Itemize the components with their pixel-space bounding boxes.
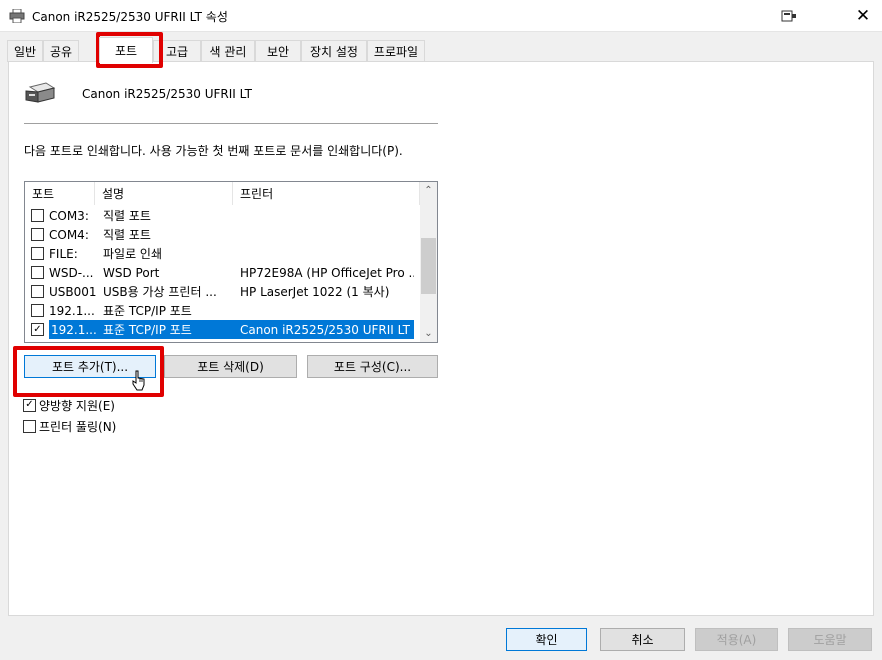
port-printer xyxy=(234,206,414,225)
port-row-selected[interactable]: ✓ 192.1... 표준 TCP/IP 포트 Canon iR2525/253… xyxy=(25,320,419,339)
port-name: 192.1... xyxy=(49,303,95,318)
port-list-scrollbar[interactable]: ⌃ ⌄ xyxy=(420,182,437,342)
port-row[interactable]: WSD-... WSD Port HP72E98A (HP OfficeJet … xyxy=(25,263,419,282)
context-help-icon xyxy=(781,10,796,22)
printer-large-icon xyxy=(25,82,56,103)
title-bar: Canon iR2525/2530 UFRII LT 속성 ✕ xyxy=(0,0,882,32)
port-row[interactable]: FILE: 파일로 인쇄 xyxy=(25,244,419,263)
port-row[interactable]: USB001 USB용 가상 프린터 ... HP LaserJet 1022 … xyxy=(25,282,419,301)
tab-profile[interactable]: 프로파일 xyxy=(367,40,425,62)
scroll-thumb[interactable] xyxy=(421,238,436,294)
column-header-description[interactable]: 설명 xyxy=(95,182,233,205)
port-name: COM4: xyxy=(49,227,89,242)
port-printer: HP72E98A (HP OfficeJet Pro ... xyxy=(240,265,414,280)
port-name: FILE: xyxy=(49,246,78,261)
bidirectional-support-checkbox[interactable]: ✓ 양방향 지원(E) xyxy=(23,397,115,413)
port-printer xyxy=(234,225,414,244)
port-row[interactable]: COM4: 직렬 포트 xyxy=(25,225,419,244)
mouse-pointer-icon xyxy=(132,370,145,391)
port-row[interactable]: 192.1... 표준 TCP/IP 포트 xyxy=(25,301,419,320)
bidirectional-support-label: 양방향 지원(E) xyxy=(39,398,115,413)
port-printer: Canon iR2525/2530 UFRII LT xyxy=(234,320,414,339)
cancel-button[interactable]: 취소 xyxy=(600,628,685,651)
port-checkbox[interactable] xyxy=(31,228,44,241)
window-title: Canon iR2525/2530 UFRII LT 속성 xyxy=(32,10,228,24)
printer-name: Canon iR2525/2530 UFRII LT xyxy=(82,87,252,101)
tab-color-management[interactable]: 색 관리 xyxy=(201,40,255,62)
checkbox-box[interactable] xyxy=(23,419,36,433)
apply-button[interactable]: 적용(A) xyxy=(695,628,778,651)
scroll-down-arrow-icon[interactable]: ⌄ xyxy=(420,325,437,342)
port-description: 직렬 포트 xyxy=(103,209,151,223)
port-description: WSD Port xyxy=(103,265,160,280)
printer-pooling-label: 프린터 풀링(N) xyxy=(39,419,117,434)
close-button[interactable]: ✕ xyxy=(846,4,880,28)
port-printer xyxy=(234,301,414,320)
help-button[interactable]: 도움말 xyxy=(788,628,872,651)
port-checkbox-checked[interactable]: ✓ xyxy=(31,323,44,336)
port-printer: HP LaserJet 1022 (1 복사) xyxy=(240,285,390,299)
port-list[interactable]: 포트 설명 프린터 COM3: 직렬 포트 COM4: 직렬 포트 FILE: … xyxy=(24,181,438,343)
checkbox-box-checked[interactable]: ✓ xyxy=(23,398,36,412)
port-checkbox[interactable] xyxy=(31,285,44,298)
tab-security[interactable]: 보안 xyxy=(255,40,301,62)
tab-general[interactable]: 일반 xyxy=(7,40,43,62)
port-description: 표준 TCP/IP 포트 xyxy=(103,304,192,318)
scroll-up-arrow-icon[interactable]: ⌃ xyxy=(420,182,437,199)
column-header-port[interactable]: 포트 xyxy=(25,182,95,205)
port-checkbox[interactable] xyxy=(31,247,44,260)
port-checkbox[interactable] xyxy=(31,304,44,317)
port-checkbox[interactable] xyxy=(31,209,44,222)
port-printer xyxy=(234,244,414,263)
separator xyxy=(24,123,438,124)
printer-icon xyxy=(9,9,25,23)
ports-description: 다음 포트로 인쇄합니다. 사용 가능한 첫 번째 포트로 문서를 인쇄합니다(… xyxy=(24,144,403,158)
tab-sharing[interactable]: 공유 xyxy=(43,40,79,62)
port-description: 파일로 인쇄 xyxy=(103,247,163,261)
port-description: 직렬 포트 xyxy=(103,228,151,242)
delete-port-button[interactable]: 포트 삭제(D) xyxy=(164,355,297,378)
printer-pooling-checkbox[interactable]: 프린터 풀링(N) xyxy=(23,418,116,434)
port-name: COM3: xyxy=(49,208,89,223)
port-list-header: 포트 설명 프린터 xyxy=(25,182,420,205)
port-description: 표준 TCP/IP 포트 xyxy=(97,320,234,339)
configure-port-button[interactable]: 포트 구성(C)... xyxy=(307,355,438,378)
tab-ports[interactable]: 포트 xyxy=(99,37,153,63)
port-row[interactable]: COM3: 직렬 포트 xyxy=(25,206,419,225)
port-name: 192.1... xyxy=(49,320,97,339)
context-help-button[interactable] xyxy=(772,4,806,28)
port-checkbox[interactable] xyxy=(31,266,44,279)
tab-device-settings[interactable]: 장치 설정 xyxy=(301,40,367,62)
column-header-printer[interactable]: 프린터 xyxy=(233,182,420,205)
port-description: USB용 가상 프린터 ... xyxy=(103,285,217,299)
port-name: USB001 xyxy=(49,284,97,299)
ok-button[interactable]: 확인 xyxy=(506,628,587,651)
port-name: WSD-... xyxy=(49,265,94,280)
